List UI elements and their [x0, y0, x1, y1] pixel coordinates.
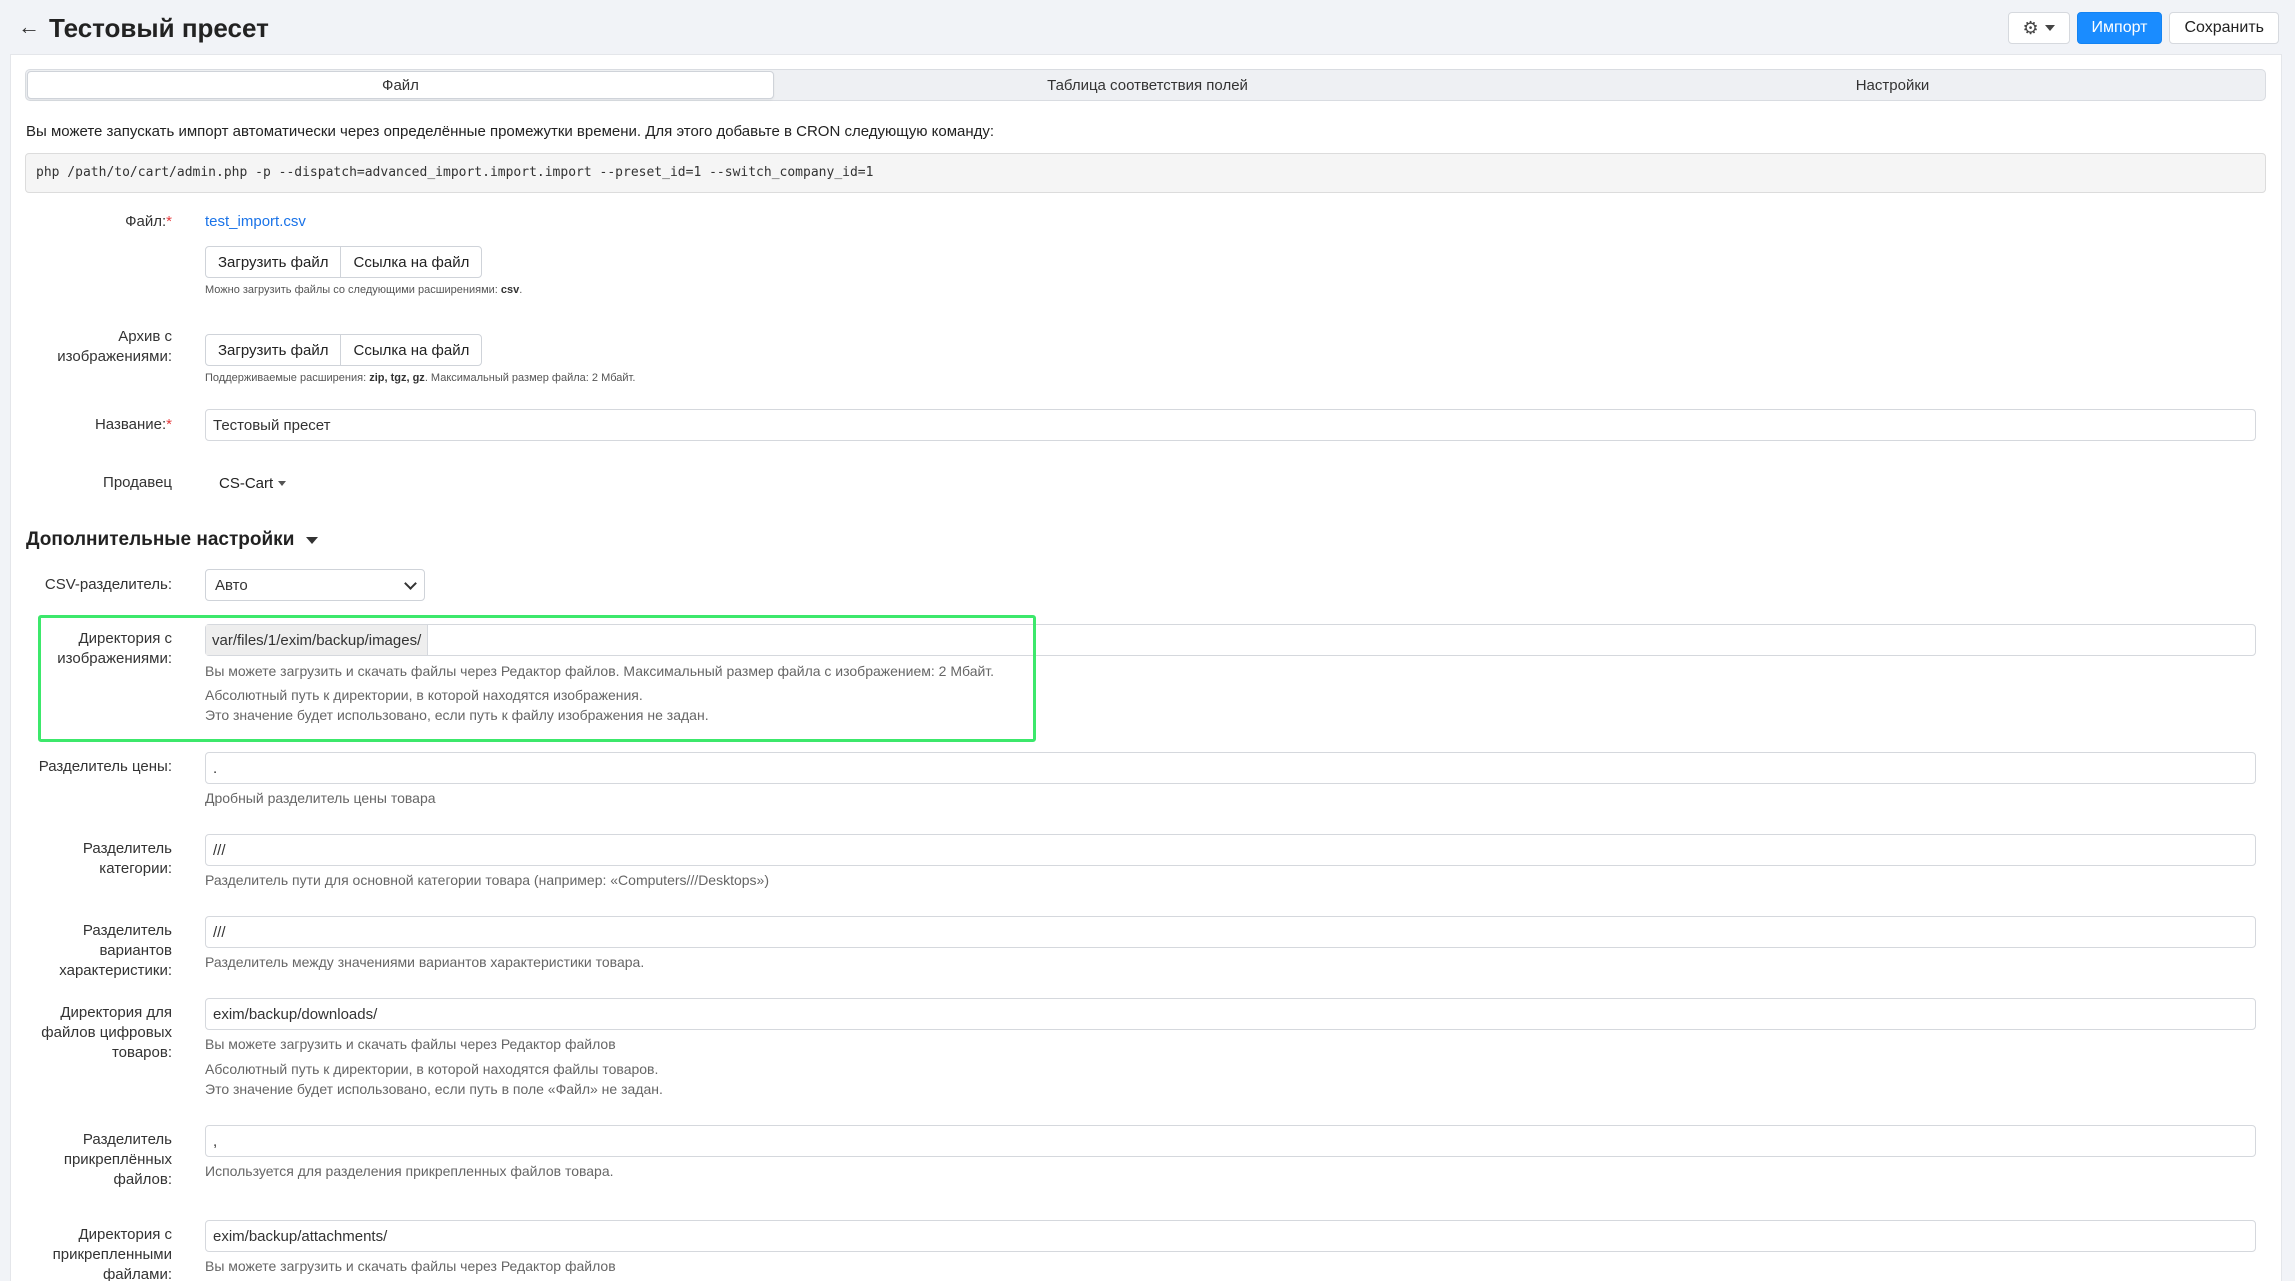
archive-url-button[interactable]: Ссылка на файл: [340, 335, 481, 365]
category-delimiter-hint: Разделитель пути для основной категории …: [205, 872, 769, 888]
price-delimiter-hint: Дробный разделитель цены товара: [205, 790, 436, 806]
price-delimiter-input[interactable]: .: [205, 752, 2256, 784]
name-input[interactable]: Тестовый пресет: [205, 409, 2256, 441]
category-delimiter-label: Разделитель категории:: [82, 840, 172, 877]
attachments-delimiter-input[interactable]: ,: [205, 1125, 2256, 1157]
price-delimiter-label: Разделитель цены:: [38, 758, 172, 775]
csv-delimiter-label: CSV-разделитель:: [44, 576, 172, 593]
images-dir-hint-2: Абсолютный путь к директории, в которой …: [205, 687, 643, 703]
caret-down-icon: [306, 536, 319, 544]
tab-field-mapping[interactable]: Таблица соответствия полей: [775, 70, 1520, 100]
vendor-dropdown[interactable]: CS-Cart: [219, 475, 287, 492]
import-button[interactable]: Импорт: [2076, 12, 2163, 44]
images-dir-prefix: var/files/1/exim/backup/images/: [206, 625, 429, 655]
cron-note: Вы можете запускать импорт автоматически…: [26, 123, 995, 140]
save-button[interactable]: Сохранить: [2169, 12, 2279, 44]
chevron-down-icon: [404, 576, 417, 590]
downloads-dir-hint-1: Вы можете загрузить и скачать файлы чере…: [205, 1036, 616, 1052]
file-label: Файл:*: [125, 213, 172, 230]
file-upload-button[interactable]: Загрузить файл: [206, 247, 340, 277]
arrow-left-icon[interactable]: ←: [16, 14, 42, 40]
attachments-dir-hint-1: Вы можете загрузить и скачать файлы чере…: [205, 1258, 616, 1274]
file-url-button[interactable]: Ссылка на файл: [340, 247, 481, 277]
file-upload-group: Загрузить файл Ссылка на файл: [205, 246, 483, 278]
file-link[interactable]: test_import.csv: [205, 213, 306, 230]
downloads-dir-label: Директория для файлов цифровых товаров:: [41, 1004, 172, 1061]
name-label: Название:*: [94, 416, 172, 433]
feature-delimiter-hint: Разделитель между значениями вариантов х…: [205, 954, 645, 970]
gear-icon: ⚙: [2022, 17, 2039, 38]
cron-command: php /path/to/cart/admin.php -p --dispatc…: [25, 153, 2266, 193]
images-dir-hint-1: Вы можете загрузить и скачать файлы чере…: [205, 663, 995, 679]
attachments-dir-input[interactable]: exim/backup/attachments/: [205, 1220, 2256, 1252]
attachments-delimiter-label: Разделитель прикреплённых файлов:: [63, 1131, 172, 1188]
feature-delimiter-label: Разделитель вариантов характеристики:: [59, 922, 172, 979]
top-bar: ← Тестовый пресет ⚙ Импорт Сохранить: [0, 0, 2295, 54]
csv-delimiter-value: Авто: [215, 576, 248, 594]
archive-upload-group: Загрузить файл Ссылка на файл: [205, 334, 483, 366]
downloads-dir-hint-3: Это значение будет использовано, если пу…: [205, 1081, 663, 1097]
archive-upload-button[interactable]: Загрузить файл: [206, 335, 340, 365]
advanced-settings-toggle[interactable]: Дополнительные настройки: [26, 529, 319, 551]
attachments-dir-label: Директория с прикрепленными файлами:: [52, 1226, 172, 1281]
file-hint: Можно загрузить файлы со следующими расш…: [205, 284, 523, 296]
archive-label: Архив с изображениями:: [57, 328, 172, 365]
caret-down-icon: [278, 481, 287, 486]
tab-bar: Файл Таблица соответствия полей Настройк…: [25, 69, 2266, 101]
page-title: Тестовый пресет: [49, 13, 269, 43]
vendor-value: CS-Cart: [219, 475, 274, 492]
vendor-label: Продавец: [103, 474, 172, 491]
archive-hint: Поддерживаемые расширения: zip, tgz, gz.…: [205, 372, 636, 384]
tab-file[interactable]: Файл: [27, 71, 774, 99]
feature-delimiter-input[interactable]: ///: [205, 916, 2256, 948]
tab-settings[interactable]: Настройки: [1520, 70, 2265, 100]
csv-delimiter-select[interactable]: Авто: [205, 569, 425, 601]
caret-down-icon: [2044, 25, 2055, 31]
downloads-dir-hint-2: Абсолютный путь к директории, в которой …: [205, 1061, 659, 1077]
images-dir-hint-3: Это значение будет использовано, если пу…: [205, 707, 709, 723]
advanced-settings-title: Дополнительные настройки: [26, 529, 295, 550]
main-panel: Файл Таблица соответствия полей Настройк…: [10, 54, 2282, 1281]
images-dir-label: Директория с изображениями:: [57, 630, 172, 667]
settings-dropdown-button[interactable]: ⚙: [2007, 12, 2070, 44]
downloads-dir-input[interactable]: exim/backup/downloads/: [205, 998, 2256, 1030]
toolbar: ⚙ Импорт Сохранить: [2007, 12, 2279, 44]
images-dir-input[interactable]: var/files/1/exim/backup/images/: [205, 624, 2256, 656]
attachments-delimiter-hint: Используется для разделения прикрепленны…: [205, 1163, 614, 1179]
category-delimiter-input[interactable]: ///: [205, 834, 2256, 866]
